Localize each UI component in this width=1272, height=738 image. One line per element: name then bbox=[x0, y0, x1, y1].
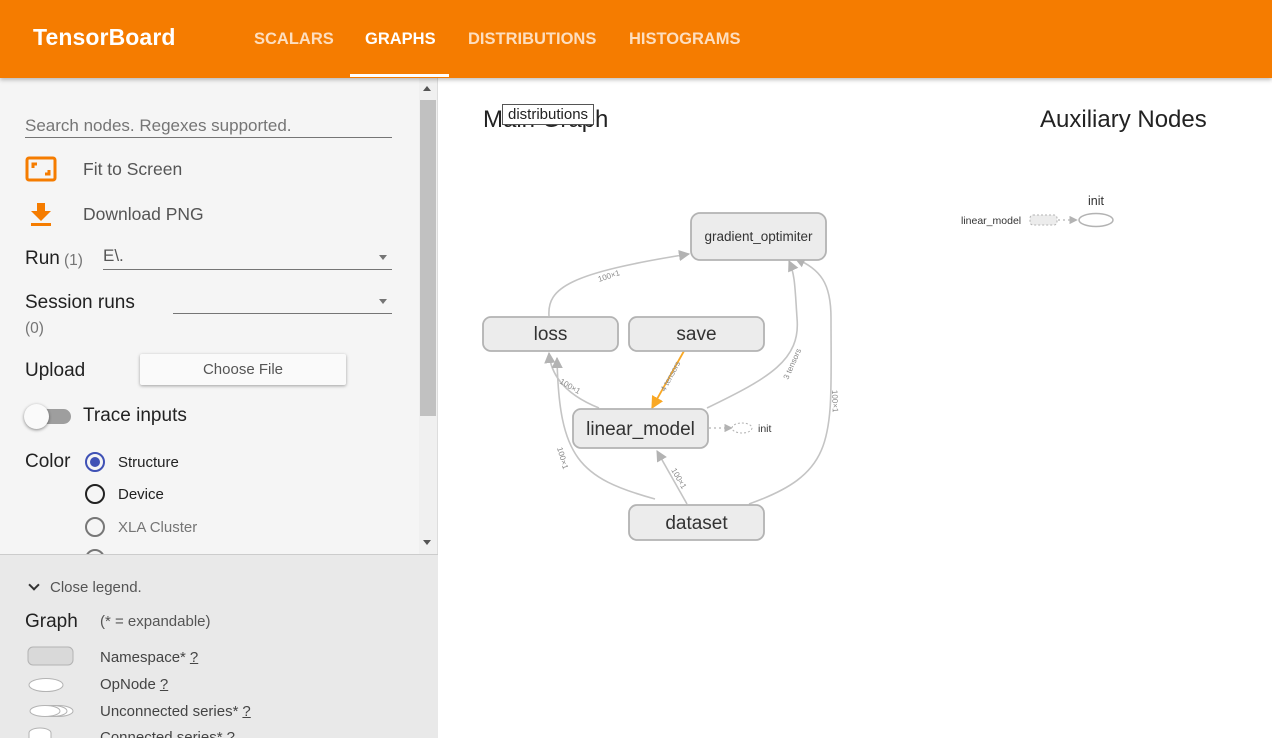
unconnected-series-icon bbox=[29, 705, 61, 717]
run-label: Run bbox=[25, 248, 60, 269]
fit-to-screen-button[interactable]: Fit to Screen bbox=[25, 156, 182, 182]
tab-histograms[interactable]: HISTOGRAMS bbox=[629, 30, 741, 49]
edge-loss-grad bbox=[548, 250, 691, 317]
edge-label-linear-grad: 3 tensors bbox=[782, 347, 804, 381]
tab-distributions[interactable]: DISTRIBUTIONS bbox=[468, 30, 596, 49]
node-linear-model-label: linear_model bbox=[586, 419, 695, 440]
edge-label-dataset-grad: 100×1 bbox=[830, 390, 840, 413]
fit-screen-icon bbox=[25, 156, 57, 182]
legend-unconnected-series-help-link[interactable]: ? bbox=[242, 703, 250, 720]
edge-label-dataset-loss: 100×1 bbox=[555, 446, 570, 471]
legend-namespace-help-link[interactable]: ? bbox=[190, 649, 198, 666]
search-nodes-input[interactable] bbox=[25, 114, 392, 138]
edge-label-save-linear: 4 tensors bbox=[659, 360, 682, 393]
legend-note: (* = expandable) bbox=[100, 613, 211, 630]
node-save[interactable]: save bbox=[628, 316, 765, 352]
node-dataset[interactable]: dataset bbox=[628, 504, 765, 541]
color-structure-label: Structure bbox=[118, 454, 179, 471]
opnode-symbol-icon bbox=[28, 678, 64, 692]
node-gradient-optimiter-label: gradient_optimiter bbox=[704, 229, 813, 244]
node-gradient-optimiter[interactable]: gradient_optimiter bbox=[690, 212, 827, 261]
download-png-button[interactable]: Download PNG bbox=[25, 201, 204, 227]
chevron-down-icon bbox=[379, 255, 387, 260]
trace-inputs-label: Trace inputs bbox=[83, 405, 187, 426]
legend-symbols bbox=[27, 646, 74, 738]
color-xla-cluster-label: XLA Cluster bbox=[118, 519, 198, 536]
legend-connected-series: Connected series*? bbox=[100, 729, 235, 738]
run-select-value: E\. bbox=[103, 246, 124, 265]
fit-to-screen-label: Fit to Screen bbox=[83, 158, 183, 179]
node-init-stub[interactable]: init bbox=[731, 422, 772, 435]
download-icon bbox=[31, 203, 51, 226]
tab-graphs[interactable]: GRAPHS bbox=[365, 30, 436, 49]
color-label: Color bbox=[25, 451, 71, 472]
trace-inputs-toggle-knob[interactable] bbox=[24, 404, 49, 429]
edge-label-linear-loss: 100×1 bbox=[558, 377, 582, 396]
download-png-label: Download PNG bbox=[83, 203, 204, 224]
session-runs-count: (0) bbox=[25, 320, 44, 337]
aux-linear-model-label: linear_model bbox=[961, 215, 1021, 227]
upload-label: Upload bbox=[25, 360, 86, 381]
legend-namespace: Namespace*? bbox=[100, 649, 198, 666]
top-app-bar: TensorBoard SCALARS GRAPHS DISTRIBUTIONS… bbox=[0, 0, 1272, 78]
chevron-down-icon bbox=[379, 299, 387, 304]
aux-init[interactable]: init bbox=[1078, 194, 1114, 228]
edge-label-loss-grad: 100×1 bbox=[597, 268, 622, 284]
active-tab-indicator bbox=[350, 74, 449, 77]
graph-svg: 100×1 100×1 100×1 4 tensors 3 tensors 10… bbox=[482, 194, 1114, 541]
session-runs-select[interactable] bbox=[173, 290, 392, 314]
run-select[interactable]: E\. bbox=[103, 246, 392, 270]
color-structure-radio[interactable] bbox=[85, 452, 105, 472]
node-init-stub-label: init bbox=[758, 423, 772, 435]
aux-init-label: init bbox=[1088, 194, 1105, 208]
edge-dataset-grad bbox=[748, 257, 832, 505]
legend-connected-series-help-link[interactable]: ? bbox=[227, 729, 235, 738]
scroll-down-icon[interactable] bbox=[423, 540, 431, 545]
session-runs-label: Session runs bbox=[25, 292, 135, 313]
legend-opnode: OpNode? bbox=[100, 676, 168, 693]
legend-panel: Close legend. Graph (* = expandable) Nam… bbox=[0, 554, 438, 738]
sidebar-scrollbar-thumb[interactable] bbox=[420, 100, 436, 416]
node-linear-model[interactable]: linear_model bbox=[572, 408, 709, 449]
node-loss[interactable]: loss bbox=[482, 316, 619, 352]
legend-opnode-help-link[interactable]: ? bbox=[160, 676, 168, 693]
node-loss-label: loss bbox=[534, 324, 568, 345]
scroll-up-icon[interactable] bbox=[423, 86, 431, 91]
app-title: TensorBoard bbox=[33, 24, 176, 50]
legend-connected-series-label: Connected series* bbox=[100, 729, 223, 738]
sidebar: Fit to Screen Download PNG Run (1) E\. S… bbox=[0, 78, 438, 738]
run-count: (1) bbox=[64, 252, 83, 269]
namespace-symbol-icon bbox=[27, 646, 74, 666]
legend-opnode-label: OpNode bbox=[100, 676, 156, 693]
node-dataset-label: dataset bbox=[665, 513, 728, 534]
node-save-label: save bbox=[676, 324, 716, 345]
legend-unconnected-series-label: Unconnected series* bbox=[100, 703, 239, 720]
legend-namespace-label: Namespace* bbox=[100, 649, 186, 666]
graph-canvas[interactable]: Main Graph distributions Auxiliary Nodes… bbox=[439, 78, 1272, 738]
aux-linear-model[interactable]: linear_model bbox=[961, 214, 1078, 227]
color-device-label: Device bbox=[118, 486, 164, 503]
color-device-radio[interactable] bbox=[85, 484, 105, 504]
legend-unconnected-series: Unconnected series*? bbox=[100, 703, 251, 720]
color-xla-cluster-radio[interactable] bbox=[85, 517, 105, 537]
tab-scalars[interactable]: SCALARS bbox=[254, 30, 334, 49]
choose-file-button[interactable]: Choose File bbox=[140, 354, 346, 385]
graph-controls: Fit to Screen Download PNG Run (1) E\. S… bbox=[0, 78, 438, 554]
